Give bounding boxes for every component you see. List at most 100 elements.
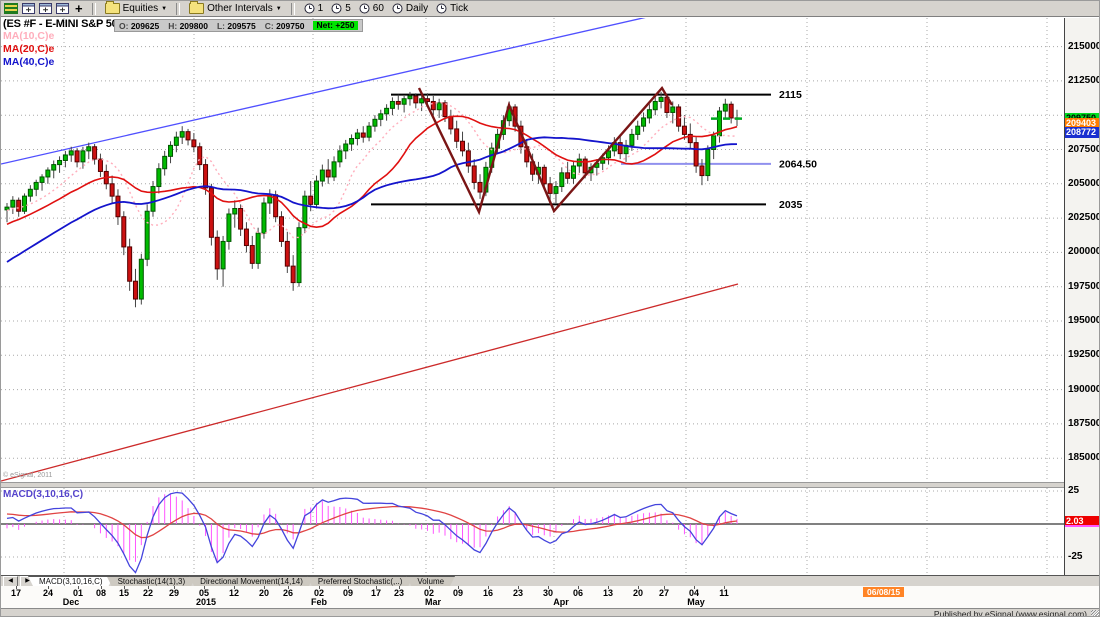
date-tick-label: 23 [505,588,531,598]
interval-button-daily[interactable]: Daily [390,2,430,16]
date-tick-label: 20 [625,588,651,598]
price-axis-label: 212500 [1068,75,1100,86]
lower-channel-line [1,284,738,481]
price-axis-label: 215000 [1068,41,1100,52]
date-tick-label: 13 [595,588,621,598]
interval-label: 1 [318,3,324,14]
window-properties-icon[interactable] [56,2,69,16]
high-value: H: 209800 [168,21,208,31]
interval-button-1[interactable]: 1 [302,2,326,16]
price-axis-label: 192500 [1068,349,1100,360]
ma-legend-item: MA(10,C)e [3,30,54,43]
date-axis[interactable]: 06/08/15 1724010815222905122026020917230… [1,586,1100,608]
chevron-down-icon: ▼ [161,6,167,12]
price-annotation-label: 2064.50 [779,158,817,170]
interval-label: 5 [345,3,351,14]
toolbar-separator [176,3,180,15]
clock-icon [392,2,403,16]
toolbar-separator [92,3,96,15]
low-value: L: 209575 [217,21,256,31]
macd-study-label: MACD(3,10,16,C) [3,489,83,500]
toolbar-separator [291,3,295,15]
new-chart-alt-icon[interactable] [39,2,52,16]
ma-legend-item: MA(40,C)e [3,56,54,69]
macd-line [7,493,737,573]
tab-directional-movement-14-14-[interactable]: Directional Movement(14,14) [189,576,314,586]
tab-stochastic-14-1-3-[interactable]: Stochastic(14(1),3) [107,576,197,586]
interval-button-tick[interactable]: Tick [434,2,470,16]
price-axis-label: 205000 [1068,178,1100,189]
macd-signal-line [7,507,737,538]
interval-label: 60 [373,3,384,14]
main-gridlines [1,18,1064,482]
month-label: Feb [299,597,339,607]
price-axis-label: 197500 [1068,281,1100,292]
month-label: Mar [413,597,453,607]
tab-volume[interactable]: Volume [406,576,455,586]
date-tick-label: 22 [135,588,161,598]
price-annotation-label: 2115 [779,89,802,101]
tab-macd-3-10-16-c-[interactable]: MACD(3,10,16,C) [28,576,114,586]
folder-icon [189,3,204,14]
close-value: C: 209750 [265,21,305,31]
new-chart-icon[interactable] [22,2,35,16]
date-tick-label: 20 [251,588,277,598]
toolbar-menu-label: Equities [123,3,159,14]
price-axis-label: 202500 [1068,212,1100,223]
macd-axis-label: 25 [1068,485,1079,496]
open-value: O: 209625 [119,21,159,31]
clock-icon [304,2,315,16]
ma-legend-item: MA(20,C)e [3,43,54,56]
month-label: 2015 [186,597,226,607]
ohlc-bar: O: 209625 H: 209800 L: 209575 C: 209750 … [114,19,363,32]
upper-channel-line [1,18,656,164]
clock-icon [359,2,370,16]
date-tick-label: 26 [275,588,301,598]
month-label: Dec [51,597,91,607]
interval-button-60[interactable]: 60 [357,2,386,16]
esignal-chart-window: +Equities▼Other Intervals▼1560DailyTick … [0,0,1100,617]
interval-label: Tick [450,3,468,14]
status-bar: Published by eSignal (www.esignal.com) [1,608,1100,617]
toolbar-menu-label: Other Intervals [207,3,273,14]
publisher-text: Published by eSignal (www.esignal.com) [934,609,1087,617]
macd-histogram [7,494,737,562]
toolbar-menu-equities[interactable]: Equities▼ [103,2,170,16]
date-tick-label: 15 [111,588,137,598]
month-label: May [676,597,716,607]
resize-grip[interactable] [1091,610,1100,617]
esignal-watermark: © eSignal, 2011 [3,472,52,479]
toolbar-menu-other-intervals[interactable]: Other Intervals▼ [187,2,284,16]
study-tab-row: ◀ ▶ MACD(3,10,16,C)Stochastic(14(1),3)Di… [1,575,1100,586]
price-axis-label: 190000 [1068,384,1100,395]
chart-table-icon[interactable] [4,2,18,16]
interval-button-5[interactable]: 5 [329,2,353,16]
price-axis-label: 207500 [1068,144,1100,155]
clock-icon [331,2,342,16]
price-axis-label: 200000 [1068,246,1100,257]
month-label: Apr [541,597,581,607]
price-marker-208772: 208772 [1065,127,1100,138]
main-chart-canvas[interactable]: 2115 2064.50 2035 [1,18,1064,482]
plus-icon[interactable]: + [73,2,85,16]
interval-label: Daily [406,3,428,14]
date-tick-label: 17 [3,588,29,598]
macd-chart-canvas[interactable] [1,488,1064,576]
folder-icon [105,3,120,14]
toolbar: +Equities▼Other Intervals▼1560DailyTick [1,1,1100,17]
chevron-down-icon: ▼ [276,6,282,12]
date-tick-label: 23 [386,588,412,598]
clock-icon [436,2,447,16]
price-axis-label: 185000 [1068,452,1100,463]
price-axis-label: 187500 [1068,418,1100,429]
date-tick-label: 16 [475,588,501,598]
date-tick-label: 29 [161,588,187,598]
ma-legend: MA(10,C)eMA(20,C)eMA(40,C)e [3,30,54,69]
tab-preferred-stochastic-[interactable]: Preferred Stochastic(,..) [307,576,413,586]
net-change-badge: Net: +250 [313,21,357,30]
price-axis[interactable]: 215000 212500 207500 205000 202500 200000 1975… [1064,18,1100,608]
price-annotation-label: 2035 [779,199,803,211]
current-date-badge: 06/08/15 [863,587,904,597]
date-tick-label: 27 [651,588,677,598]
ma10-line [7,102,737,237]
